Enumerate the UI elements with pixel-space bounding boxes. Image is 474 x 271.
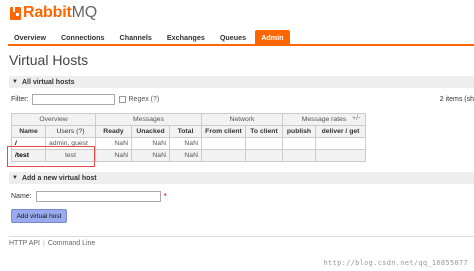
collapse-arrow-icon: ▼ (12, 175, 18, 181)
col-total[interactable]: Total (169, 125, 202, 138)
required-mark: * (163, 192, 167, 201)
page-title: Virtual Hosts (9, 52, 89, 68)
col-to-client[interactable]: To client (245, 125, 283, 138)
col-publish[interactable]: publish (282, 125, 316, 138)
vhost-name-link[interactable]: /test (11, 149, 46, 162)
http-api-link[interactable]: HTTP API (9, 240, 40, 247)
brand-name: RabbitMQ (23, 4, 97, 21)
group-header-overview: Overview (11, 113, 96, 126)
vhost-total: NaN (169, 137, 202, 150)
name-row: Name: * (11, 191, 167, 202)
col-name[interactable]: Name (11, 125, 46, 138)
name-label: Name: (11, 193, 32, 200)
col-from-client[interactable]: From client (201, 125, 246, 138)
col-users[interactable]: Users (?) (45, 125, 96, 138)
filter-label: Filter: (11, 95, 29, 103)
items-count: 2 items (sh (439, 95, 474, 103)
add-vhost-section-toggle[interactable]: ▼ Add a new virtual host (9, 172, 474, 184)
vhost-from-client (201, 137, 246, 150)
vhost-deliver (315, 137, 366, 150)
add-vhost-heading: Add a new virtual host (21, 174, 97, 182)
vhost-to-client (245, 137, 283, 150)
all-vhosts-section-toggle[interactable]: ▼ All virtual hosts (9, 76, 474, 88)
tab-exchanges[interactable]: Exchanges (161, 30, 211, 44)
table-row[interactable]: / admin, guest NaN NaN NaN (11, 137, 366, 150)
vhost-total: NaN (169, 149, 202, 162)
vhost-from-client (201, 149, 246, 162)
group-header-network: Network (201, 113, 283, 126)
vhost-unacked: NaN (131, 137, 170, 150)
vhost-to-client (245, 149, 283, 162)
filter-row: Filter: Regex (?) 2 items (sh (11, 93, 474, 105)
vhost-name-link[interactable]: / (11, 137, 46, 150)
collapse-arrow-icon: ▼ (12, 79, 18, 85)
col-unacked[interactable]: Unacked (131, 125, 170, 138)
rabbitmq-logo-icon (10, 6, 21, 20)
group-header-messages: Messages (95, 113, 202, 126)
vhost-users: test (45, 149, 96, 162)
tab-admin[interactable]: Admin (255, 30, 290, 44)
footer-separator: | (43, 240, 45, 247)
footer: HTTP API | Command Line (9, 236, 474, 247)
vhost-unacked: NaN (131, 149, 170, 162)
vhost-users: admin, guest (45, 137, 96, 150)
col-deliver-get[interactable]: deliver / get (315, 125, 366, 138)
main-nav: Overview Connections Channels Exchanges … (8, 30, 474, 46)
vhost-name-input[interactable] (35, 191, 161, 202)
tab-queues[interactable]: Queues (214, 30, 252, 44)
tab-connections[interactable]: Connections (55, 30, 111, 44)
tab-channels[interactable]: Channels (114, 30, 158, 44)
vhost-publish (282, 137, 316, 150)
vhost-deliver (315, 149, 366, 162)
add-vhost-button[interactable]: Add virtual host (11, 209, 67, 223)
column-toggle-link[interactable]: +/- (352, 115, 360, 122)
vhost-ready: NaN (95, 137, 132, 150)
filter-input[interactable] (31, 93, 115, 105)
watermark: http://blog.csdn.net/qq_16855077 (323, 259, 468, 267)
rabbitmq-logo[interactable]: RabbitMQ (10, 3, 97, 23)
regex-label[interactable]: Regex (?) (129, 96, 160, 103)
tab-overview[interactable]: Overview (8, 30, 52, 44)
table-row[interactable]: /test test NaN NaN NaN (11, 149, 366, 162)
vhost-publish (282, 149, 316, 162)
regex-checkbox[interactable] (118, 95, 126, 103)
vhosts-table: Overview Messages Network Message rates … (11, 113, 366, 162)
vhost-ready: NaN (95, 149, 132, 162)
all-vhosts-heading: All virtual hosts (21, 78, 75, 86)
col-ready[interactable]: Ready (95, 125, 132, 138)
command-line-link[interactable]: Command Line (48, 240, 95, 247)
